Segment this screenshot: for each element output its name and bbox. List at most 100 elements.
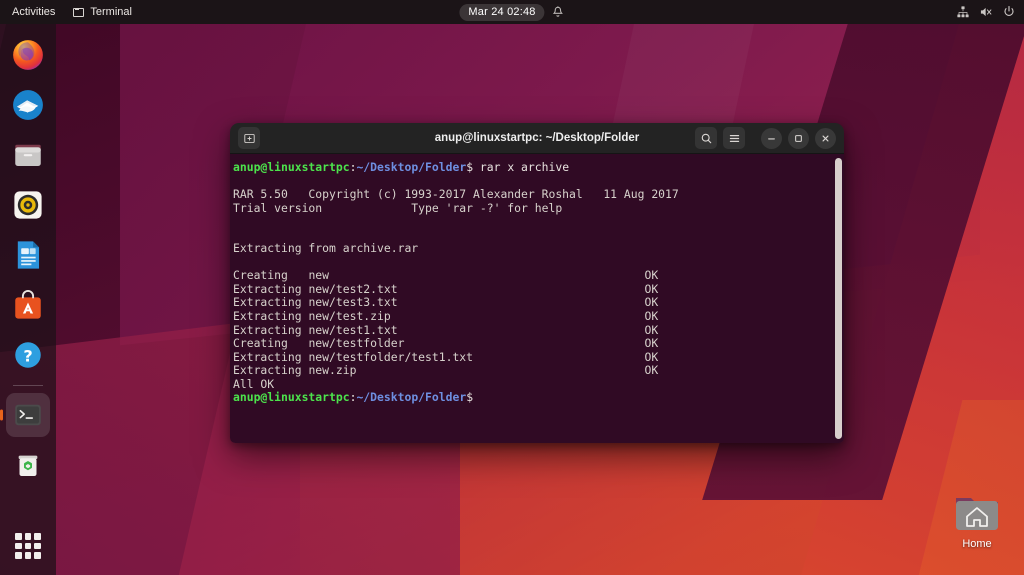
new-tab-icon: [243, 132, 256, 145]
svg-text:?: ?: [23, 346, 32, 365]
dock: ?: [0, 24, 56, 575]
window-titlebar[interactable]: anup@linuxstartpc: ~/Desktop/Folder: [230, 123, 844, 154]
dock-item-terminal[interactable]: [6, 393, 50, 437]
terminal-output: anup@linuxstartpc:~/Desktop/Folder$ rar …: [232, 161, 844, 405]
hamburger-menu-icon: [728, 132, 741, 145]
clock-area: Mar 24 02:48: [459, 0, 564, 24]
rhythmbox-icon: [11, 188, 45, 222]
minimize-button[interactable]: [761, 128, 782, 149]
entry-status: OK: [644, 336, 658, 350]
entry-status: OK: [644, 350, 658, 364]
terminal-blank-line: [233, 175, 844, 189]
trash-icon: [11, 448, 45, 482]
bell-icon[interactable]: [552, 5, 565, 19]
terminal-entry-line: Extracting new/test3.txt OK: [233, 296, 844, 310]
terminal-entry-line: Creating new OK: [233, 269, 844, 283]
clock-button[interactable]: Mar 24 02:48: [459, 4, 544, 21]
scrollbar-thumb[interactable]: [835, 158, 842, 439]
terminal-entry-line: Creating new/testfolder OK: [233, 337, 844, 351]
system-tray: [956, 0, 1016, 24]
grid-dot: [25, 533, 32, 540]
prompt-path: ~/Desktop/Folder: [356, 390, 466, 404]
terminal-entry-line: Extracting new/test.zip OK: [233, 310, 844, 324]
entry-target: new/test1.txt: [308, 323, 644, 337]
terminal-icon: [11, 398, 45, 432]
entry-status: OK: [644, 363, 658, 377]
grid-dot: [15, 552, 22, 559]
help-icon: ?: [11, 338, 45, 372]
ubuntu-software-icon: [11, 288, 45, 322]
entry-action: Extracting: [233, 363, 308, 377]
dock-item-firefox[interactable]: [6, 33, 50, 77]
grid-dot: [34, 543, 41, 550]
entry-action: Extracting: [233, 309, 308, 323]
activities-label: Activities: [12, 6, 55, 18]
new-tab-button[interactable]: [238, 127, 260, 149]
terminal-body[interactable]: anup@linuxstartpc:~/Desktop/Folder$ rar …: [230, 154, 844, 443]
menu-button[interactable]: [723, 127, 745, 149]
dock-item-trash[interactable]: [6, 443, 50, 487]
power-icon[interactable]: [1002, 5, 1016, 19]
entry-action: Creating: [233, 336, 308, 350]
firefox-icon: [11, 38, 45, 72]
terminal-command: rar x archive: [473, 160, 569, 174]
entry-status: OK: [644, 295, 658, 309]
prompt-user: anup@linuxstartpc: [233, 160, 350, 174]
entry-action: Extracting: [233, 350, 308, 364]
search-button[interactable]: [695, 127, 717, 149]
activities-button[interactable]: Activities: [0, 0, 65, 24]
search-icon: [700, 132, 713, 145]
maximize-button[interactable]: [788, 128, 809, 149]
entry-status: OK: [644, 323, 658, 337]
minimize-icon: [765, 132, 778, 145]
network-icon[interactable]: [956, 5, 970, 19]
dock-item-thunderbird[interactable]: [6, 83, 50, 127]
maximize-icon: [792, 132, 805, 145]
close-button[interactable]: [815, 128, 836, 149]
terminal-blank-line: [233, 256, 844, 270]
top-bar: Activities Terminal Mar 24 02:48: [0, 0, 1024, 24]
files-icon: [11, 138, 45, 172]
terminal-scrollbar[interactable]: [835, 158, 842, 439]
grid-dot: [34, 552, 41, 559]
terminal-window: anup@linuxstartpc: ~/Desktop/Folder: [230, 123, 844, 443]
entry-action: Creating: [233, 268, 308, 282]
terminal-entry-line: Extracting new/test1.txt OK: [233, 324, 844, 338]
entry-target: new/test3.txt: [308, 295, 644, 309]
entry-target: new/test.zip: [308, 309, 644, 323]
entry-status: OK: [644, 268, 658, 282]
desktop-icon-label: Home: [962, 538, 991, 550]
entry-target: new: [308, 268, 644, 282]
entry-target: new/test2.txt: [308, 282, 644, 296]
entry-action: Extracting: [233, 295, 308, 309]
show-applications-button[interactable]: [15, 533, 41, 559]
dock-item-help[interactable]: ?: [6, 333, 50, 377]
dock-item-ubuntu-software[interactable]: [6, 283, 50, 327]
grid-dot: [15, 543, 22, 550]
grid-dot: [25, 552, 32, 559]
dock-item-libreoffice-writer[interactable]: [6, 233, 50, 277]
entry-target: new/testfolder: [308, 336, 644, 350]
thunderbird-icon: [11, 88, 45, 122]
terminal-blank-line: [233, 215, 844, 229]
prompt-path: ~/Desktop/Folder: [356, 160, 466, 174]
home-folder-icon: [953, 492, 1001, 534]
grid-dot: [25, 543, 32, 550]
entry-action: Extracting: [233, 323, 308, 337]
dock-separator: [13, 385, 43, 386]
close-icon: [819, 132, 832, 145]
dock-item-rhythmbox[interactable]: [6, 183, 50, 227]
dock-item-files[interactable]: [6, 133, 50, 177]
terminal-prompt-line: anup@linuxstartpc:~/Desktop/Folder$ rar …: [233, 161, 844, 175]
prompt-symbol: $: [466, 390, 473, 404]
window-icon: [73, 8, 84, 17]
app-indicator-terminal[interactable]: Terminal: [65, 0, 140, 24]
terminal-prompt-line: anup@linuxstartpc:~/Desktop/Folder$: [233, 391, 844, 405]
terminal-entry-line: Extracting new/testfolder/test1.txt OK: [233, 351, 844, 365]
volume-muted-icon[interactable]: [979, 5, 993, 19]
terminal-output-line: Extracting from archive.rar: [233, 242, 844, 256]
entry-target: new.zip: [308, 363, 644, 377]
terminal-entry-line: Extracting new.zip OK: [233, 364, 844, 378]
prompt-user: anup@linuxstartpc: [233, 390, 350, 404]
desktop-icon-home[interactable]: Home: [944, 492, 1010, 550]
